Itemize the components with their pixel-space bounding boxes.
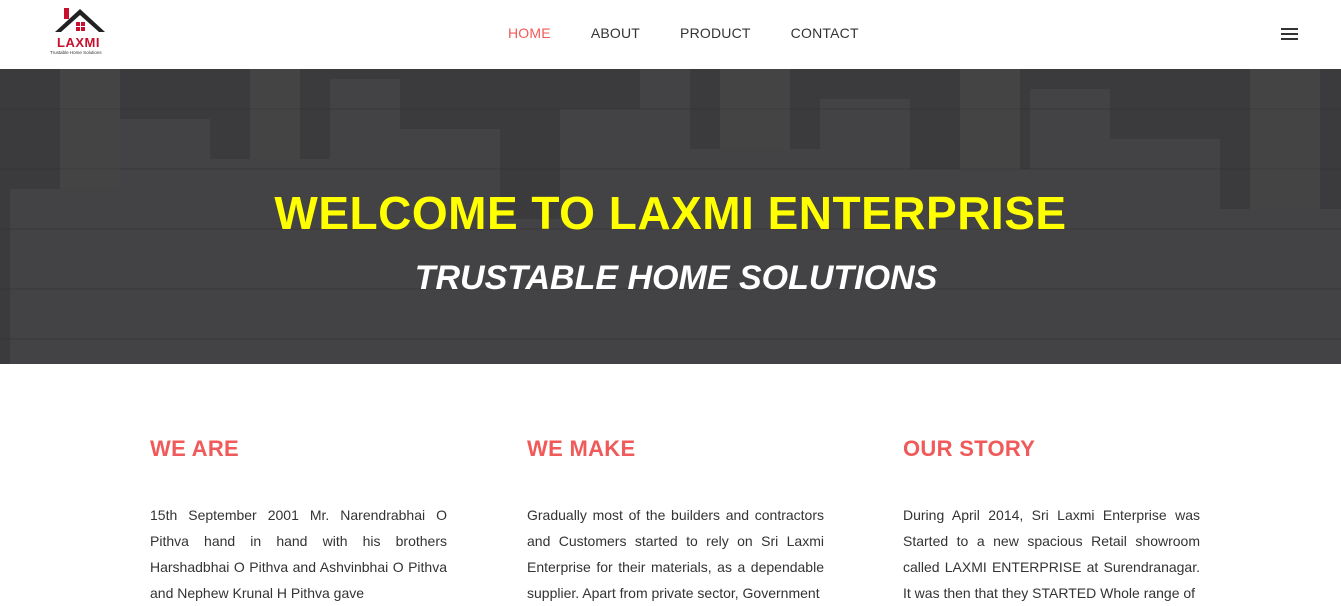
site-header: LAXMI Trustable Home Solutions HOME ABOU…	[0, 0, 1341, 69]
house-roof-icon	[55, 8, 105, 32]
hero-title: WELCOME TO LAXMI ENTERPRISE	[274, 187, 1067, 239]
hero-subtitle: TRUSTABLE HOME SOLUTIONS	[414, 259, 938, 297]
logo-tagline: Trustable Home Solutions	[50, 50, 102, 55]
nav-about-link[interactable]: ABOUT	[591, 25, 640, 41]
we-are-text: 15th September 2001 Mr. Narendrabhai O P…	[150, 507, 447, 601]
nav-home-link[interactable]: HOME	[508, 25, 551, 41]
nav-contact-link[interactable]: CONTACT	[791, 25, 859, 41]
main-nav: HOME ABOUT PRODUCT CONTACT	[508, 25, 899, 41]
logo-name: LAXMI	[57, 35, 100, 50]
hero-banner: WELCOME TO LAXMI ENTERPRISE TRUSTABLE HO…	[0, 69, 1341, 364]
our-story-text: During April 2014, Sri Laxmi Enterprise …	[903, 507, 1200, 601]
hamburger-menu-icon[interactable]	[1281, 28, 1299, 42]
site-logo[interactable]: LAXMI Trustable Home Solutions	[50, 6, 110, 58]
we-make-heading: WE MAKE	[527, 436, 636, 461]
our-story-heading: OUR STORY	[903, 436, 1036, 461]
our-story-section: OUR STORY During April 2014, Sri Laxmi E…	[903, 436, 1200, 606]
nav-product-link[interactable]: PRODUCT	[680, 25, 751, 41]
we-make-text: Gradually most of the builders and contr…	[527, 507, 824, 601]
we-are-heading: WE ARE	[150, 436, 239, 461]
we-are-section: WE ARE 15th September 2001 Mr. Narendrab…	[150, 436, 447, 606]
we-make-section: WE MAKE Gradually most of the builders a…	[527, 436, 824, 606]
